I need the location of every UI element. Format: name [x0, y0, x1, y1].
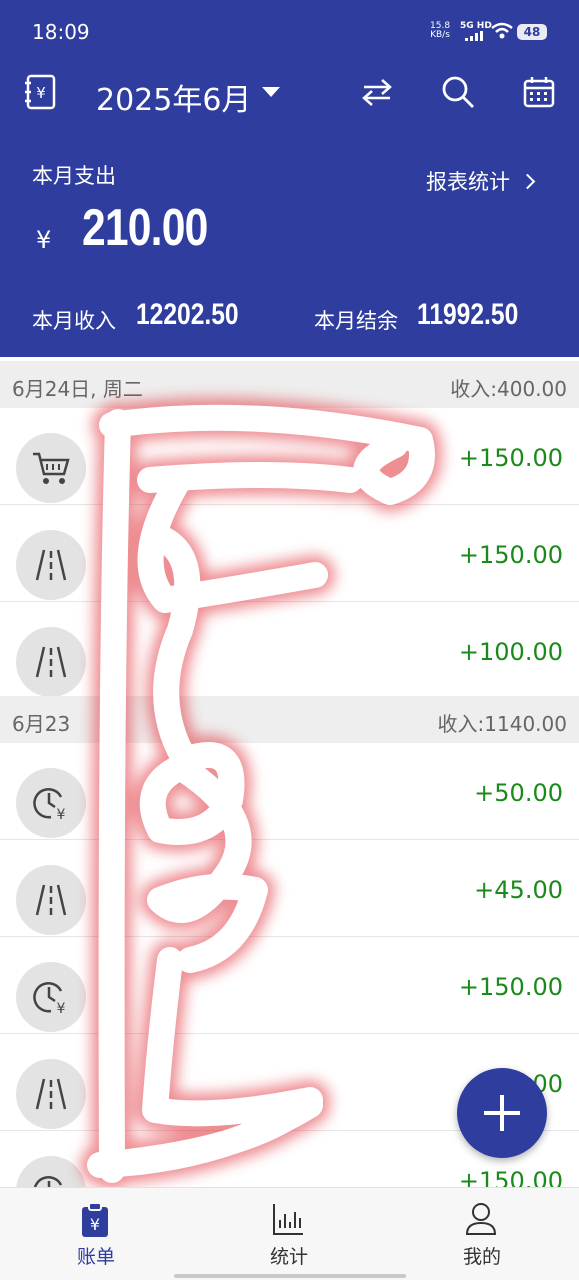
nav-item-me[interactable]: 我的: [422, 1198, 542, 1268]
transaction-row[interactable]: +100.00: [0, 602, 579, 699]
network-speed-unit: KB/s: [430, 30, 450, 40]
plus-icon: [484, 1095, 520, 1131]
transaction-amount: +150.00: [458, 541, 563, 569]
svg-text:¥: ¥: [57, 807, 66, 823]
transaction-row[interactable]: +45.00: [0, 840, 579, 937]
calendar-icon[interactable]: [519, 72, 559, 112]
nav-item-bills[interactable]: ¥ 账单: [36, 1198, 156, 1268]
network-speed: 15.8 KB/s: [430, 22, 450, 40]
bill-icon: ¥: [82, 1202, 108, 1237]
swap-icon[interactable]: [357, 72, 397, 112]
expense-amount: 210.00: [82, 199, 208, 257]
signal-icon: [465, 31, 483, 41]
status-time: 18:09: [32, 20, 90, 44]
transaction-amount: +100.00: [458, 638, 563, 666]
svg-text:¥: ¥: [57, 1001, 66, 1017]
transaction-row[interactable]: ¥ +150.00: [0, 937, 579, 1034]
transaction-amount: +150.00: [458, 973, 563, 1001]
day-date: 6月23: [12, 712, 71, 736]
month-selector[interactable]: 2025年6月: [96, 75, 251, 119]
battery-indicator: 48: [517, 24, 547, 40]
report-stats-label: 报表统计: [426, 170, 510, 194]
road-icon: [16, 530, 86, 600]
chevron-down-icon[interactable]: [262, 87, 280, 97]
header: 18:09 15.8 KB/s 5G HD 48 ¥ 2025年6月 本月支出 …: [0, 0, 579, 357]
day-header: 6月24日, 周二 收入:400.00: [0, 361, 579, 408]
clock-yen-icon: ¥: [16, 1156, 86, 1187]
network-type: 5G HD: [460, 21, 492, 31]
wifi-icon: [491, 22, 513, 39]
status-bar: 18:09 15.8 KB/s 5G HD 48: [0, 0, 579, 62]
day-date: 6月24日, 周二: [12, 377, 143, 401]
toolbar: ¥ 2025年6月: [0, 62, 579, 122]
add-record-button[interactable]: [457, 1068, 547, 1158]
transaction-row[interactable]: +150.00: [0, 505, 579, 602]
road-icon: [16, 1059, 86, 1129]
nav-label-stats: 统计: [269, 1246, 308, 1268]
transaction-amount: +50.00: [474, 779, 563, 807]
transaction-amount: +150.00: [458, 1167, 563, 1187]
svg-text:¥: ¥: [36, 84, 46, 102]
road-icon: [16, 627, 86, 697]
chevron-right-icon: [519, 173, 536, 189]
report-stats-link[interactable]: 报表统计: [426, 166, 536, 196]
day-header: 6月23 收入:1140.00: [0, 696, 579, 743]
bottom-nav: ¥ 账单 统计 我的: [0, 1187, 579, 1280]
chart-icon: [273, 1204, 303, 1235]
currency-symbol: ¥: [36, 226, 52, 254]
income-label: 本月收入: [32, 309, 116, 333]
balance-value: 11992.50: [417, 298, 519, 331]
day-income-summary: 收入:400.00: [450, 377, 567, 401]
svg-text:¥: ¥: [90, 1215, 100, 1234]
balance-label: 本月结余: [314, 309, 398, 333]
clock-yen-icon: ¥: [16, 768, 86, 838]
person-icon: [465, 1203, 497, 1235]
transaction-amount: +150.00: [458, 444, 563, 472]
road-icon: [16, 865, 86, 935]
transaction-row[interactable]: ¥ +50.00: [0, 743, 579, 840]
nav-label-me: 我的: [462, 1246, 501, 1268]
transaction-list[interactable]: 6月24日, 周二 收入:400.00 +150.00 +150.00 +100…: [0, 357, 579, 1187]
expense-label: 本月支出: [32, 164, 116, 188]
clock-yen-icon: ¥: [16, 962, 86, 1032]
ledger-book-icon[interactable]: ¥: [20, 72, 60, 112]
transaction-amount: +45.00: [474, 876, 563, 904]
home-indicator: [174, 1274, 406, 1278]
search-icon[interactable]: [438, 72, 478, 112]
income-value: 12202.50: [136, 298, 239, 331]
cart-icon: [16, 433, 86, 503]
nav-item-stats[interactable]: 统计: [229, 1198, 349, 1268]
nav-label-bills: 账单: [76, 1246, 115, 1268]
transaction-row[interactable]: +150.00: [0, 408, 579, 505]
day-income-summary: 收入:1140.00: [437, 712, 567, 736]
